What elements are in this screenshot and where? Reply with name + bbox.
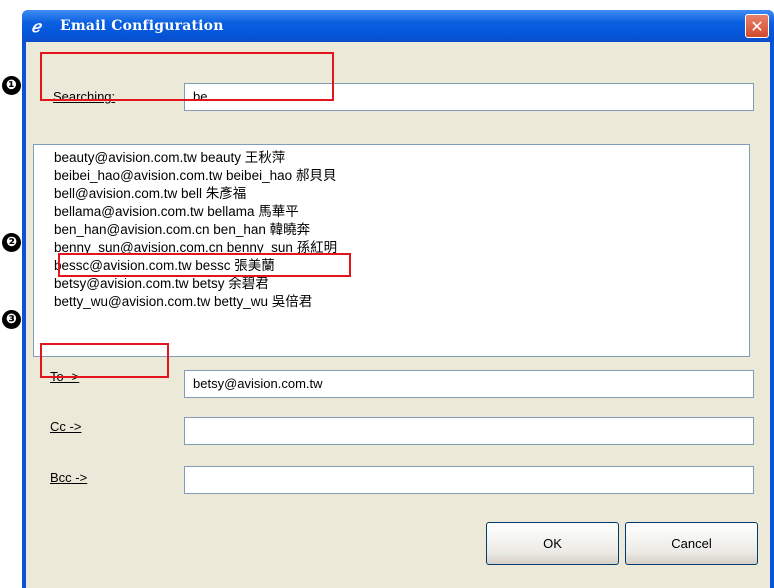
highlight-box-contact [58,253,351,277]
window-title: Email Configuration [60,18,224,34]
ok-button[interactable]: OK [486,522,619,565]
cc-button[interactable]: Cc -> [50,419,81,434]
highlight-box-searching [40,52,334,101]
annotation-marker-2: ❷ [2,233,21,252]
annotation-marker-1: ❶ [2,76,21,95]
annotation-marker-3: ❸ [2,310,21,329]
list-item[interactable]: bellama@avision.com.tw bellama 馬華平 [54,203,749,221]
feather-pen-icon: ℯ [31,16,41,36]
close-icon: ✕ [750,16,764,36]
cancel-button[interactable]: Cancel [625,522,758,565]
contact-list[interactable]: beauty@avision.com.tw beauty 王秋萍 beibei_… [33,144,750,357]
bcc-button[interactable]: Bcc -> [50,470,87,485]
title-bar[interactable]: ℯ Email Configuration ✕ [22,10,774,42]
highlight-box-to [40,343,169,378]
list-item[interactable]: betty_wu@avision.com.tw betty_wu 吳倍君 [54,293,749,311]
dialog-body: Searching: be beauty@avision.com.tw beau… [26,42,770,588]
list-item[interactable]: ben_han@avision.com.cn ben_han 韓曉奔 [54,221,749,239]
cc-field[interactable] [184,417,754,445]
list-item[interactable]: bell@avision.com.tw bell 朱彥福 [54,185,749,203]
list-item[interactable]: beibei_hao@avision.com.tw beibei_hao 郝貝貝 [54,167,749,185]
close-button[interactable]: ✕ [745,14,769,38]
bcc-field[interactable] [184,466,754,494]
list-item[interactable]: beauty@avision.com.tw beauty 王秋萍 [54,149,749,167]
to-field[interactable]: betsy@avision.com.tw [184,370,754,398]
list-item[interactable]: betsy@avision.com.tw betsy 余碧君 [54,275,749,293]
